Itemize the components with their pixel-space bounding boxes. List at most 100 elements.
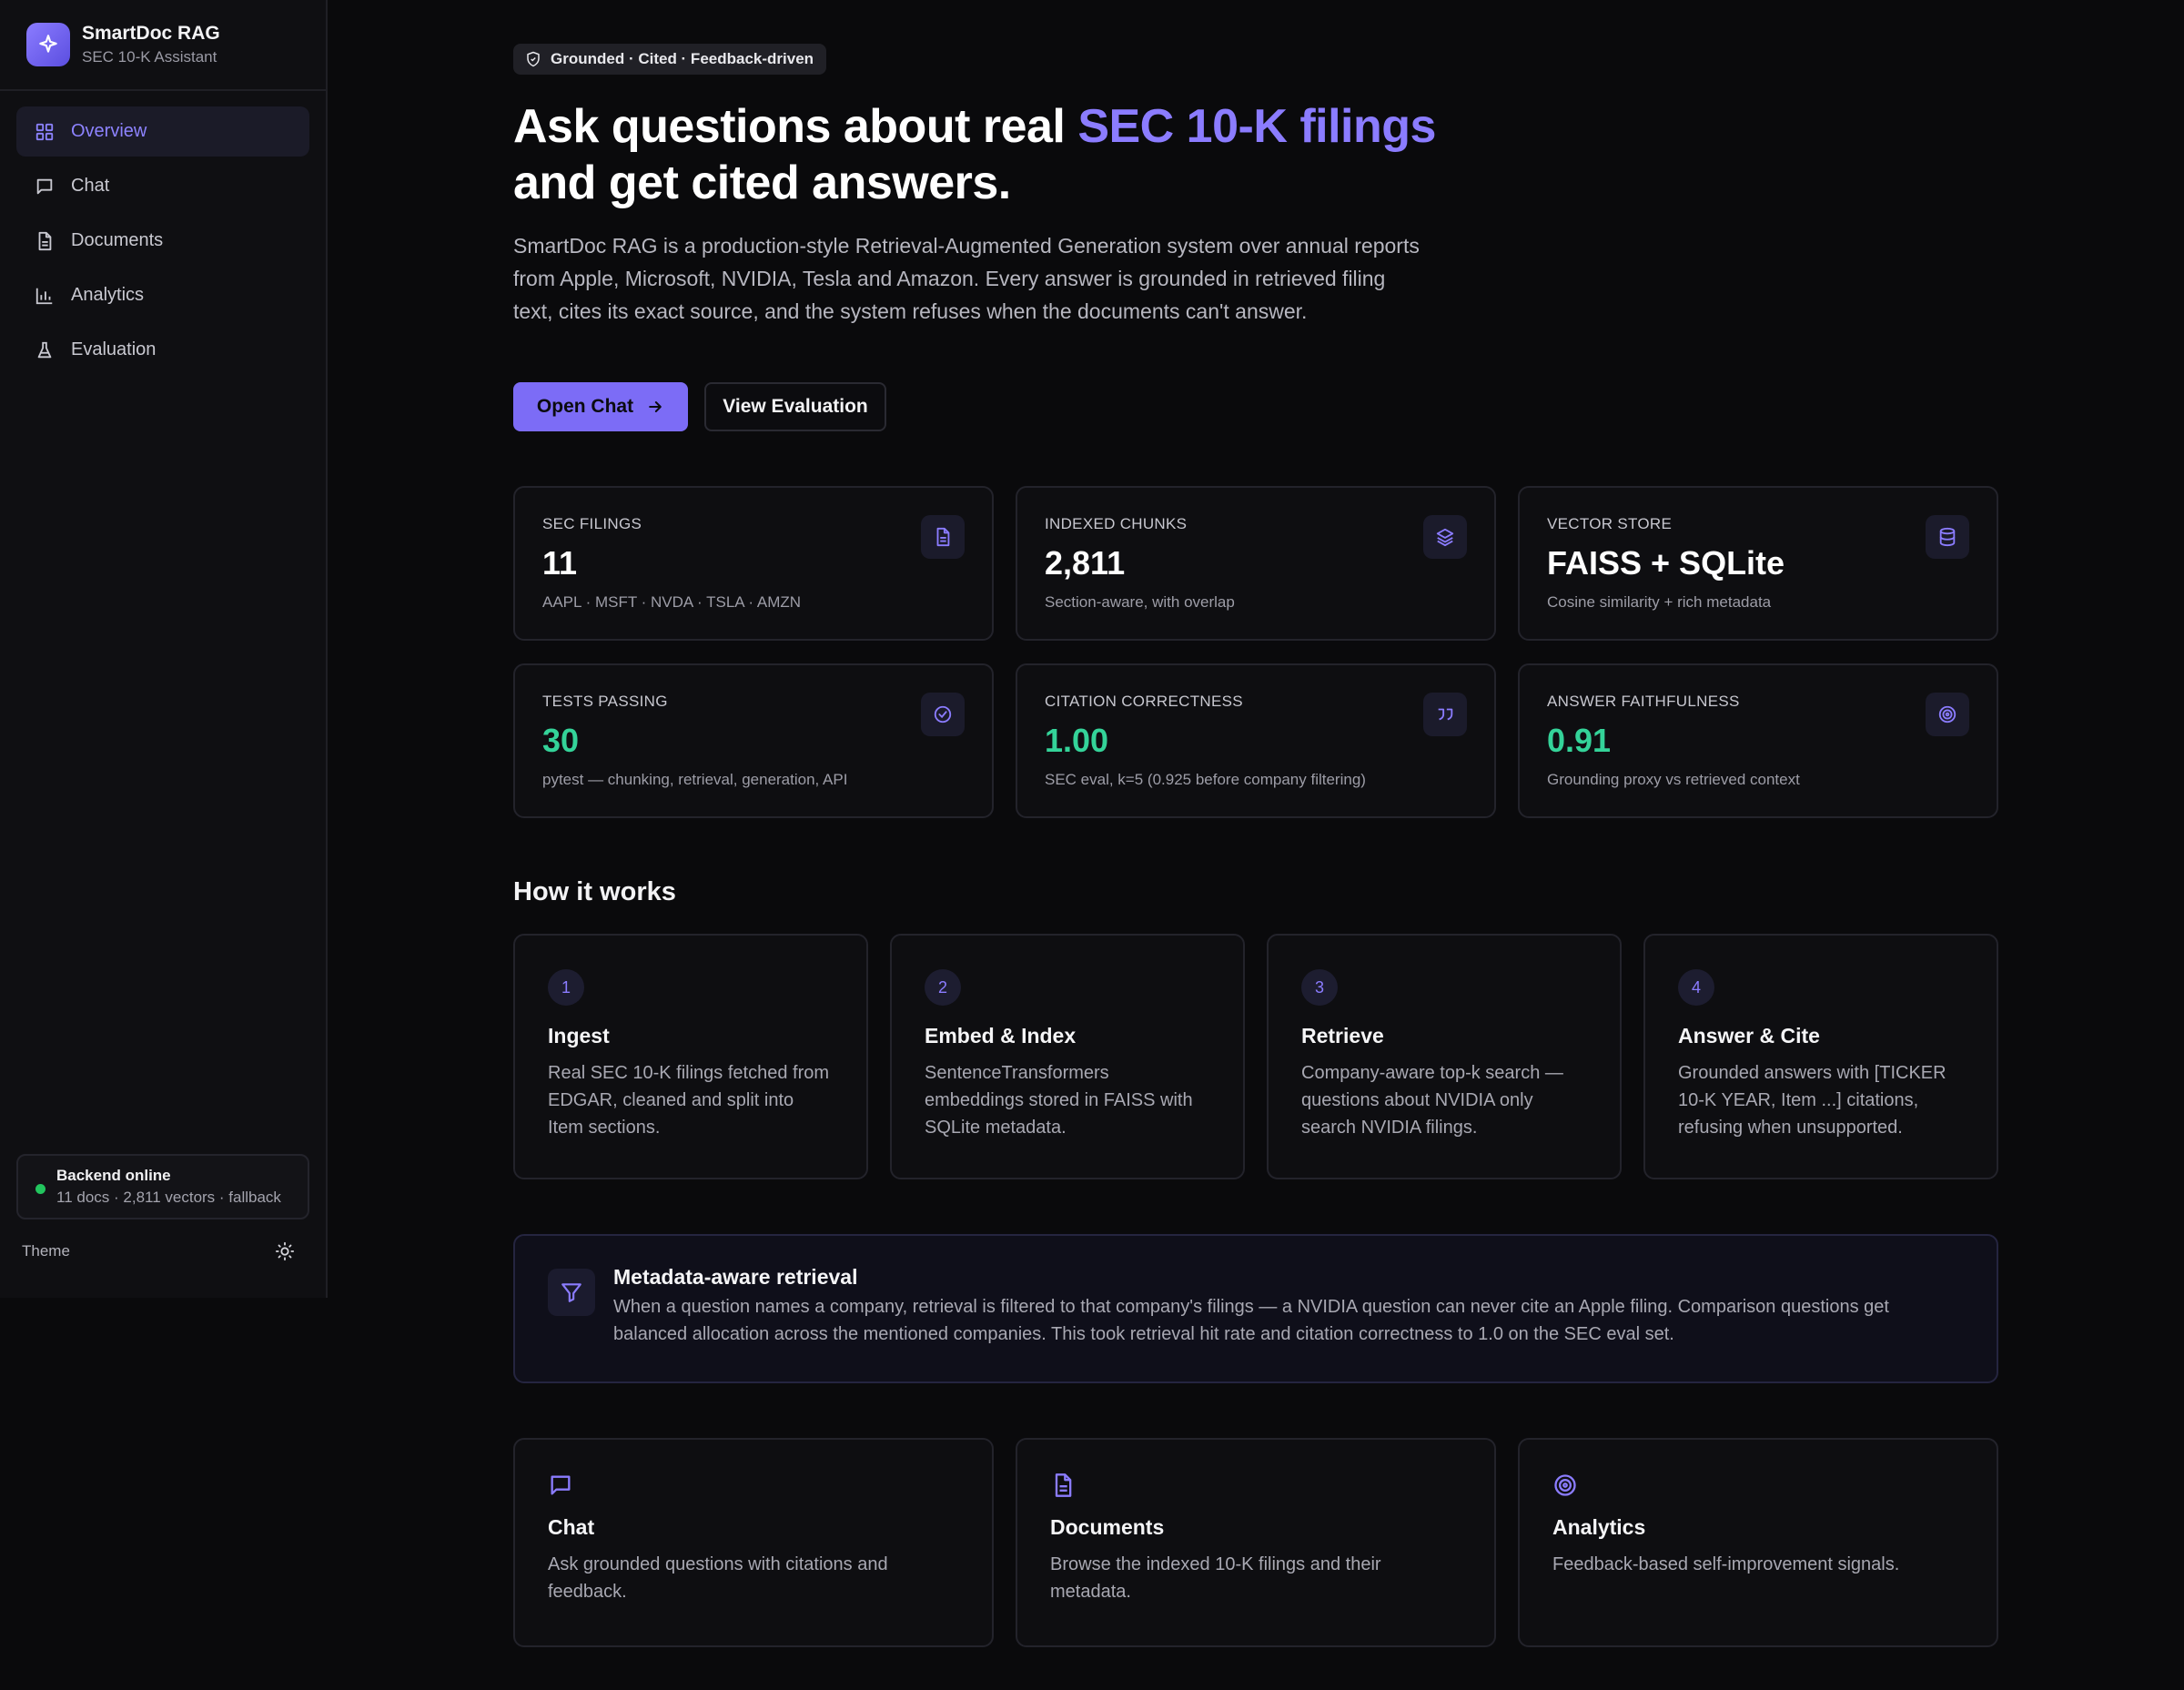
stat-label: TESTS PASSING [542,693,668,710]
sidebar-item-chat[interactable]: Chat [16,161,309,211]
stat-card-tests: TESTS PASSING 30 pytest — chunking, retr… [513,663,994,818]
stat-sub: pytest — chunking, retrieval, generation… [542,771,848,788]
document-icon [38,231,52,250]
metadata-card-description: When a question names a company, retriev… [613,1297,1889,1344]
shield-check-icon [527,51,540,67]
sidebar-nav: Overview Chat Documents Analytics Evalua… [0,91,326,395]
layers-icon [1423,515,1467,559]
stat-label: VECTOR STORE [1547,515,1673,532]
link-card-chat[interactable]: Chat Ask grounded questions with citatio… [513,1438,994,1647]
stat-value: 11 [542,544,578,582]
arrow-right-icon [649,401,662,412]
hero-badge: Grounded · Cited · Feedback-driven [513,44,827,75]
link-card-description: Browse the indexed 10-K filings and thei… [1050,1554,1381,1602]
link-card-documents[interactable]: Documents Browse the indexed 10-K filing… [1016,1438,1496,1647]
sidebar-item-evaluation[interactable]: Evaluation [16,325,309,375]
step-number: 1 [548,969,584,1006]
hero-description: SmartDoc RAG is a production-style Retri… [513,234,1420,323]
link-card-description: Ask grounded questions with citations an… [548,1554,888,1602]
step-description: Grounded answers with [TICKER 10-K YEAR,… [1678,1063,1946,1138]
view-evaluation-button[interactable]: View Evaluation [704,382,886,431]
sidebar-item-label: Overview [71,121,147,141]
step-card-retrieve: 3 Retrieve Company-aware top-k search — … [1267,934,1622,1179]
stat-sub: AAPL · MSFT · NVDA · TSLA · AMZN [542,593,802,611]
link-card-analytics[interactable]: Analytics Feedback-based self-improvemen… [1518,1438,1998,1647]
brand-title: SmartDoc RAG [82,23,220,44]
bar-chart-icon [35,288,53,304]
hero-title: Ask questions about real SEC 10-K filing… [513,98,1605,211]
sidebar-item-label: Documents [71,230,164,250]
step-description: Real SEC 10-K filings fetched from EDGAR… [548,1063,830,1138]
stat-value: 1.00 [1045,722,1109,759]
status-detail: 11 docs · 2,811 vectors · fallback [56,1189,281,1206]
target-icon [1552,1472,1964,1503]
stat-label: INDEXED CHUNKS [1045,515,1188,532]
step-title: Ingest [548,1024,610,1047]
stat-card-citation: CITATION CORRECTNESS 1.00 SEC eval, k=5 … [1016,663,1496,818]
sidebar-item-label: Evaluation [71,339,157,359]
step-title: Retrieve [1301,1024,1384,1047]
step-description: Company-aware top-k search — questions a… [1301,1063,1563,1138]
step-number: 4 [1678,969,1714,1006]
target-icon [1926,693,1969,736]
message-icon [548,1472,959,1503]
stat-value: 0.91 [1547,722,1612,759]
status-title: Backend online [56,1167,171,1184]
sidebar-item-documents[interactable]: Documents [16,216,309,266]
how-it-works-title: How it works [513,877,676,906]
open-chat-button[interactable]: Open Chat [513,382,688,431]
sidebar-item-overview[interactable]: Overview [16,106,309,157]
step-title: Embed & Index [925,1024,1077,1047]
backend-status: Backend online 11 docs · 2,811 vectors ·… [16,1154,309,1219]
metadata-retrieval-card: Metadata-aware retrieval When a question… [513,1234,1998,1383]
filter-icon [548,1269,595,1316]
message-icon [36,178,53,194]
sun-icon[interactable] [275,1241,295,1261]
hero-title-part2: and get cited answers. [513,157,1011,209]
stat-card-filings: SEC FILINGS 11 AAPL · MSFT · NVDA · TSLA… [513,486,994,641]
stat-value: 30 [542,722,580,759]
sparkle-icon [26,23,70,66]
theme-label: Theme [22,1242,70,1260]
link-card-description: Feedback-based self-improvement signals. [1552,1554,1900,1574]
step-card-ingest: 1 Ingest Real SEC 10-K filings fetched f… [513,934,868,1179]
stat-label: ANSWER FAITHFULNESS [1547,693,1740,710]
theme-row: Theme [22,1241,295,1261]
stat-card-chunks: INDEXED CHUNKS 2,811 Section-aware, with… [1016,486,1496,641]
metadata-card-title: Metadata-aware retrieval [613,1265,858,1289]
stat-label: CITATION CORRECTNESS [1045,693,1243,710]
step-card-embed: 2 Embed & Index SentenceTransformers emb… [890,934,1245,1179]
stat-card-vector-store: VECTOR STORE FAISS + SQLite Cosine simil… [1518,486,1998,641]
flask-icon [37,341,52,358]
open-chat-label: Open Chat [536,396,634,417]
hero-title-accent: SEC 10-K filings [1077,100,1436,153]
view-evaluation-label: View Evaluation [723,396,868,417]
stat-sub: Cosine similarity + rich metadata [1547,593,1772,611]
sidebar: SmartDoc RAG SEC 10-K Assistant Overview… [0,0,328,1298]
hero-badge-label: Grounded · Cited · Feedback-driven [551,50,814,67]
document-icon [921,515,965,559]
stat-card-faithfulness: ANSWER FAITHFULNESS 0.91 Grounding proxy… [1518,663,1998,818]
step-title: Answer & Cite [1678,1024,1820,1047]
grid-icon [35,123,54,140]
document-icon [1050,1472,1461,1503]
stat-sub: SEC eval, k=5 (0.925 before company filt… [1045,771,1366,788]
brand-subtitle: SEC 10-K Assistant [82,48,217,66]
stat-label: SEC FILINGS [542,515,642,532]
sidebar-item-analytics[interactable]: Analytics [16,270,309,320]
brand[interactable]: SmartDoc RAG SEC 10-K Assistant [0,0,326,91]
stat-value: 2,811 [1045,544,1126,582]
stat-value: FAISS + SQLite [1547,544,1785,582]
stat-sub: Section-aware, with overlap [1045,593,1235,611]
link-card-title: Analytics [1552,1515,1646,1539]
stat-sub: Grounding proxy vs retrieved context [1547,771,1800,788]
check-circle-icon [921,693,965,736]
step-number: 2 [925,969,961,1006]
sidebar-item-label: Analytics [71,285,145,305]
link-card-title: Chat [548,1515,595,1539]
quote-icon [1423,693,1467,736]
link-card-title: Documents [1050,1515,1165,1539]
step-number: 3 [1301,969,1338,1006]
hero-title-part1: Ask questions about real [513,100,1078,153]
status-dot [35,1184,46,1194]
